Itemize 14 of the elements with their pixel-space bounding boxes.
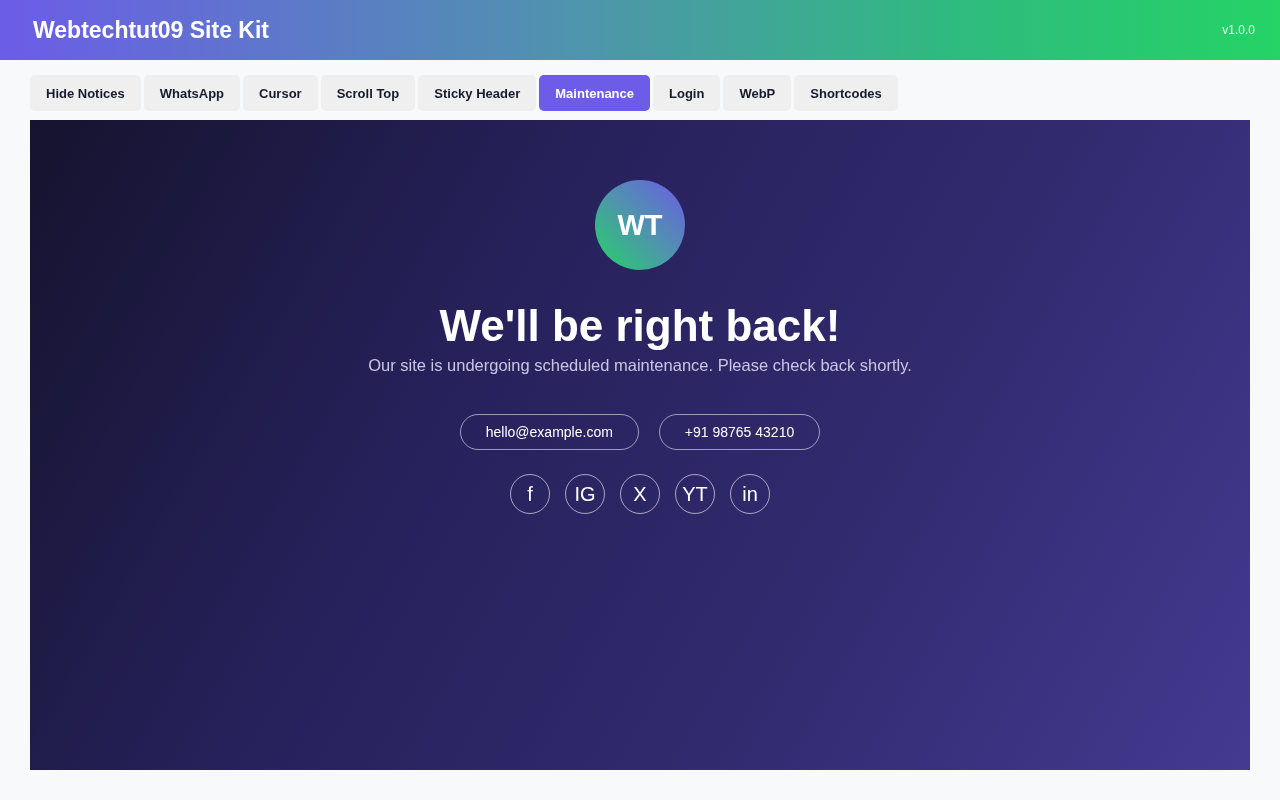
maintenance-message: Our site is undergoing scheduled maintenance. Please check back shortly. bbox=[368, 355, 912, 376]
tab[interactable]: Scroll Top bbox=[320, 75, 416, 111]
maintenance-heading: We'll be right back! bbox=[439, 300, 841, 352]
tab[interactable]: Sticky Header bbox=[418, 75, 537, 111]
tab[interactable]: Shortcodes bbox=[794, 75, 898, 111]
app-title: Webtechtut09 Site Kit bbox=[33, 16, 269, 44]
tab[interactable]: WebP bbox=[723, 75, 792, 111]
logo-badge: WT bbox=[595, 180, 685, 270]
version-label: v1.0.0 bbox=[1222, 23, 1255, 37]
tab[interactable]: Maintenance bbox=[539, 75, 650, 111]
tab[interactable]: WhatsApp bbox=[143, 75, 241, 111]
tab[interactable]: Cursor bbox=[243, 75, 318, 111]
tab[interactable]: Login bbox=[653, 75, 721, 111]
tab[interactable]: Hide Notices bbox=[30, 75, 141, 111]
